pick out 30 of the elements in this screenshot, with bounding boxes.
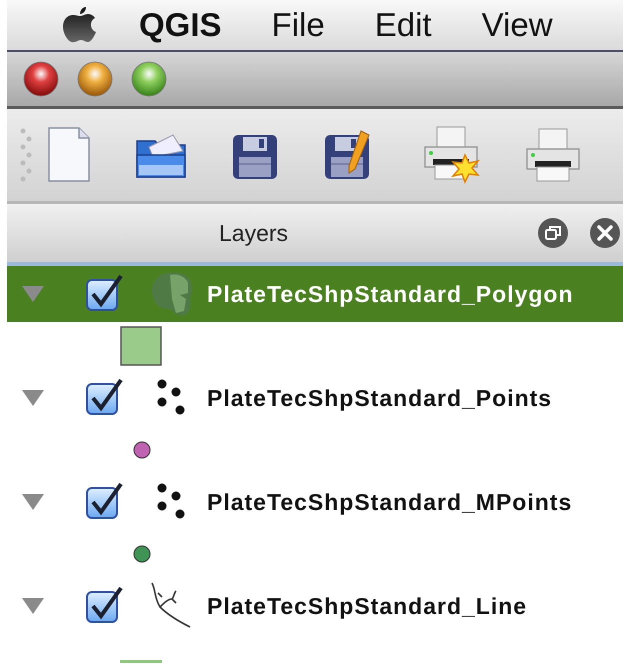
collapse-arrow-icon[interactable] [21, 388, 45, 408]
menu-item[interactable]: QGIS [139, 6, 222, 44]
zoom-button[interactable] [131, 61, 167, 97]
layer-name: PlateTecShpStandard_Polygon [207, 280, 574, 308]
checkbox[interactable] [85, 586, 125, 626]
layer-name: PlateTecShpStandard_Points [207, 384, 552, 412]
close-button[interactable] [23, 61, 59, 97]
layer-row[interactable]: PlateTecShpStandard_Polygon [7, 266, 623, 322]
collapse-arrow-icon[interactable] [21, 492, 45, 512]
menu-item[interactable]: File [272, 6, 325, 44]
layer-row[interactable]: PlateTecShpStandard_MPoints [7, 474, 623, 530]
panel-title: Layers [219, 220, 288, 246]
layer-row[interactable]: PlateTecShpStandard_Points [7, 370, 623, 426]
toolbar-grip-icon[interactable] [19, 127, 33, 183]
printer-icon[interactable] [525, 127, 583, 183]
checkbox[interactable] [85, 274, 125, 314]
layer-name: PlateTecShpStandard_Line [207, 592, 528, 620]
float-button[interactable] [537, 217, 569, 249]
close-icon[interactable] [589, 217, 621, 249]
menu-item[interactable]: View [482, 6, 553, 44]
printer-star-icon[interactable] [423, 125, 481, 185]
document-icon[interactable] [47, 127, 91, 183]
menu-item[interactable]: Edit [374, 6, 432, 44]
minimize-button[interactable] [77, 61, 113, 97]
layer-row[interactable]: PlateTecShpStandard_Line [7, 578, 623, 634]
checkbox[interactable] [85, 482, 125, 522]
collapse-arrow-icon[interactable] [21, 596, 45, 616]
checkbox[interactable] [85, 378, 125, 418]
apple-icon[interactable] [63, 5, 97, 45]
layer-name: PlateTecShpStandard_MPoints [207, 488, 572, 516]
